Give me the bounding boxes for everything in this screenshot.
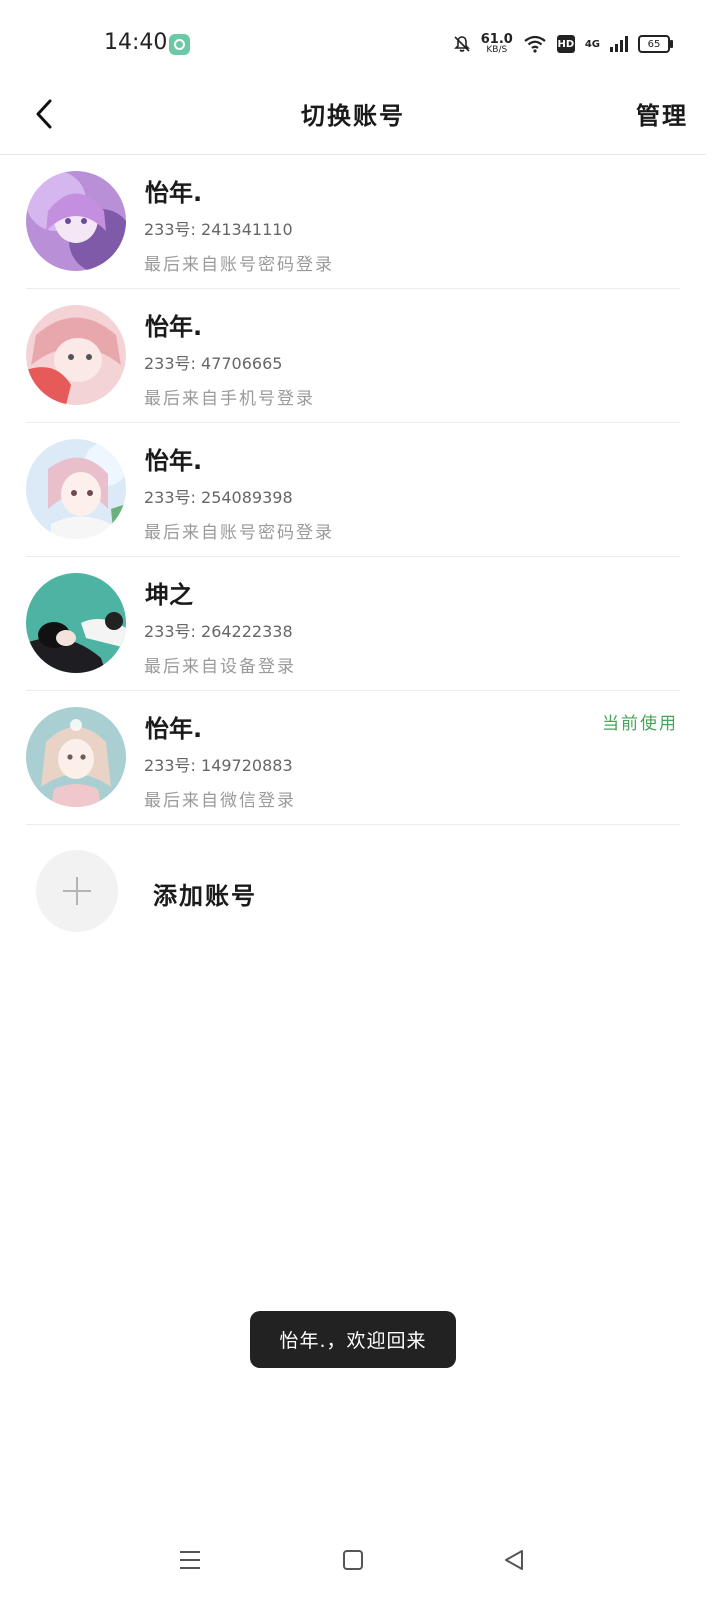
account-item[interactable]: 坤之 233号: 264222338 最后来自设备登录 [26,557,680,691]
page-title: 切换账号 [301,102,405,130]
account-login-source: 最后来自微信登录 [144,791,296,811]
avatar [26,439,126,539]
bell-muted-icon [453,36,470,52]
avatar [26,573,126,673]
account-name: 坤之 [145,581,193,609]
network-type: 4G [584,38,600,50]
avatar [26,707,126,807]
status-icons: 61.0 KB/S HD 4G 65 [453,30,673,58]
nav-menu-button[interactable] [170,1540,210,1580]
account-item[interactable]: 怡年. 233号: 254089398 最后来自账号密码登录 [26,423,680,557]
plus-icon [36,850,118,932]
account-name: 怡年. [145,313,203,341]
status-bar: 14:40 61.0 KB/S HD 4G 65 [0,0,720,88]
account-login-source: 最后来自账号密码登录 [144,255,334,275]
battery-icon: 65 [638,35,673,53]
app-notification-icon [169,34,190,55]
account-id: 233号: 47706665 [144,354,283,373]
wifi-icon [524,35,546,53]
nav-home-button[interactable] [333,1540,373,1580]
avatar [26,171,126,271]
avatar [26,305,126,405]
network-speed-unit: KB/S [486,45,508,55]
account-item[interactable]: 怡年. 233号: 241341110 最后来自账号密码登录 [26,155,680,289]
toast: 怡年.，欢迎回来 [250,1311,456,1368]
square-icon [343,1550,363,1570]
account-login-source: 最后来自账号密码登录 [144,523,334,543]
network-speed: 61.0 KB/S [481,33,513,55]
header: 切换账号 管理 [0,80,706,155]
manage-button[interactable]: 管理 [636,96,688,131]
account-item[interactable]: 怡年. 233号: 47706665 最后来自手机号登录 [26,289,680,423]
account-name: 怡年. [145,447,203,475]
add-account-button[interactable]: 添加账号 [36,850,436,934]
account-name: 怡年. [145,179,203,207]
account-id: 233号: 241341110 [144,220,293,239]
account-id: 233号: 254089398 [144,488,293,507]
add-account-label: 添加账号 [153,882,257,910]
nav-back-button[interactable] [494,1540,534,1580]
battery-level: 65 [647,38,661,50]
account-id: 233号: 264222338 [144,622,293,641]
account-login-source: 最后来自设备登录 [144,657,296,677]
account-login-source: 最后来自手机号登录 [144,389,315,409]
triangle-back-icon [505,1550,523,1570]
status-time: 14:40 [104,30,168,55]
system-nav-bar [0,1520,720,1600]
account-id: 233号: 149720883 [144,756,293,775]
hd-icon: HD [556,35,575,53]
account-list: 怡年. 233号: 241341110 最后来自账号密码登录 怡年. 233号:… [26,155,680,825]
toast-text: 怡年.，欢迎回来 [279,1330,427,1352]
current-account-badge: 当前使用 [602,714,678,734]
signal-icon [610,36,628,52]
account-item-current[interactable]: 怡年. 233号: 149720883 最后来自微信登录 当前使用 [26,691,680,825]
menu-icon [180,1551,200,1569]
account-name: 怡年. [145,715,203,743]
